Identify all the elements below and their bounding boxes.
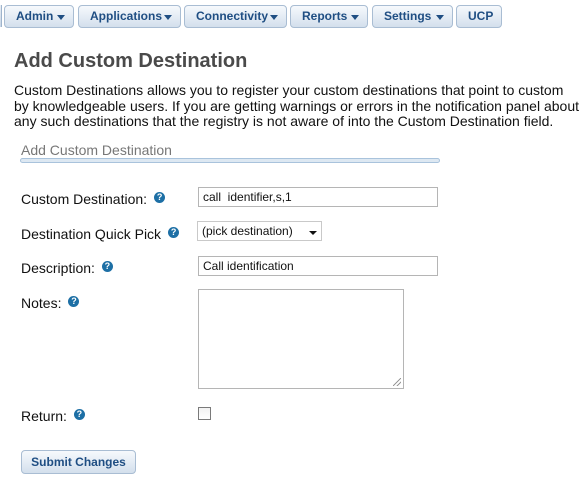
chevron-down-icon xyxy=(164,15,172,20)
help-icon[interactable]: ? xyxy=(73,409,85,420)
custom-destination-label-row: Custom Destination:? xyxy=(21,191,166,207)
chevron-down-icon xyxy=(270,15,278,20)
description-label-row: Description:? xyxy=(21,260,113,276)
notes-textarea[interactable] xyxy=(198,289,404,389)
description-line-3: any such destinations that the registry … xyxy=(14,113,554,129)
notes-label-row: Notes:? xyxy=(21,295,80,311)
menu-settings[interactable]: Settings xyxy=(372,5,453,28)
help-icon[interactable]: ? xyxy=(68,296,80,307)
section-heading: Add Custom Destination xyxy=(21,142,172,158)
description-label: Description: xyxy=(21,260,95,276)
menu-ucp[interactable]: UCP xyxy=(456,5,502,28)
menu-connectivity[interactable]: Connectivity xyxy=(184,5,287,28)
resize-grip-icon[interactable] xyxy=(393,378,401,386)
menu-reports-label: Reports xyxy=(302,9,348,23)
quick-pick-selected: (pick destination) xyxy=(202,224,293,238)
menu-connectivity-label: Connectivity xyxy=(196,9,269,23)
page-title: Add Custom Destination xyxy=(14,50,248,72)
menu-applications[interactable]: Applications xyxy=(78,5,181,28)
help-icon[interactable]: ? xyxy=(101,261,113,272)
chevron-down-icon xyxy=(351,15,359,20)
top-menu-bar: Admin Applications Connectivity Reports … xyxy=(0,0,581,34)
menu-settings-label: Settings xyxy=(384,9,432,23)
custom-destination-input[interactable] xyxy=(198,187,438,207)
menu-ucp-label: UCP xyxy=(468,9,494,23)
chevron-down-icon xyxy=(57,15,65,20)
custom-destination-label: Custom Destination: xyxy=(21,191,148,207)
chevron-down-icon xyxy=(436,15,444,20)
menu-reports[interactable]: Reports xyxy=(290,5,368,28)
description-input[interactable] xyxy=(198,256,438,276)
menu-applications-label: Applications xyxy=(90,9,163,23)
return-checkbox[interactable] xyxy=(198,407,211,420)
section-divider xyxy=(20,158,440,163)
menu-admin[interactable]: Admin xyxy=(4,5,74,28)
description-line-2: by knowledgeable users. If you are getti… xyxy=(14,98,580,114)
quick-pick-label-row: Destination Quick Pick? xyxy=(21,226,180,242)
menu-admin-label: Admin xyxy=(16,9,54,23)
quick-pick-label: Destination Quick Pick xyxy=(21,226,162,242)
destination-quick-pick-select[interactable]: (pick destination) xyxy=(197,221,322,241)
notes-label: Notes: xyxy=(21,295,62,311)
chevron-down-icon xyxy=(309,231,317,235)
help-icon[interactable]: ? xyxy=(154,192,166,203)
return-label: Return: xyxy=(21,408,67,424)
submit-changes-button[interactable]: Submit Changes xyxy=(21,450,136,474)
return-label-row: Return:? xyxy=(21,408,85,424)
help-icon[interactable]: ? xyxy=(168,227,180,238)
menu-edge xyxy=(0,5,2,27)
description-line-1: Custom Destinations allows you to regist… xyxy=(14,82,564,98)
